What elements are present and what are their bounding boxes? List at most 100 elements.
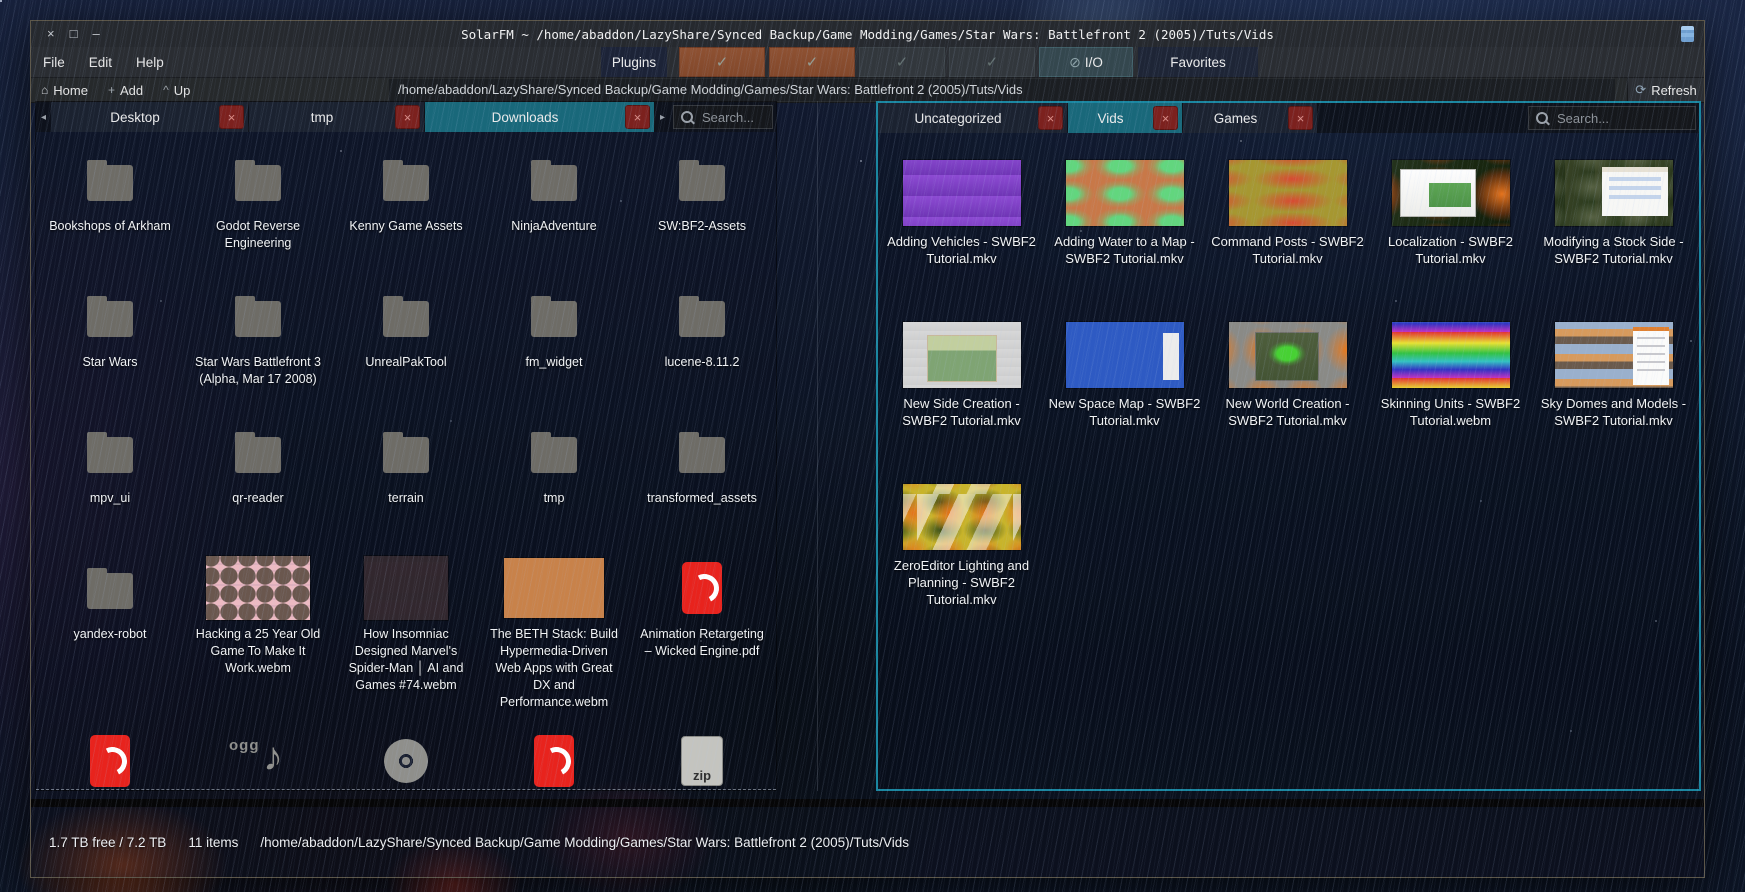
search-icon — [1536, 112, 1548, 124]
tab-desktop[interactable]: Desktop× — [51, 102, 249, 132]
file-label: Skinning Units - SWBF2 Tutorial.webm — [1373, 395, 1529, 429]
icon-box — [903, 481, 1021, 553]
folder-item[interactable]: Godot Reverse Engineering — [184, 146, 332, 266]
tab-uncategorized[interactable]: Uncategorized× — [878, 103, 1068, 133]
file-label: Adding Water to a Map - SWBF2 Tutorial.m… — [1047, 233, 1203, 267]
close-icon[interactable]: × — [1153, 106, 1178, 130]
file-label: New Space Map - SWBF2 Tutorial.mkv — [1047, 395, 1203, 429]
folder-item[interactable]: Star Wars Battlefront 3 (Alpha, Mar 17 2… — [184, 282, 332, 402]
folder-item[interactable]: lucene-8.11.2 — [628, 282, 776, 402]
close-icon[interactable]: × — [395, 105, 420, 129]
close-icon[interactable]: × — [1038, 106, 1063, 130]
folder-item[interactable]: NinjaAdventure — [480, 146, 628, 266]
video-item[interactable]: Adding Water to a Map - SWBF2 Tutorial.m… — [1043, 157, 1206, 303]
file-label: Star Wars Battlefront 3 (Alpha, Mar 17 2… — [193, 354, 323, 388]
wallpaper-stars — [0, 0, 2, 2]
folder-item[interactable]: UnrealPakTool — [332, 282, 480, 402]
close-icon[interactable]: × — [625, 105, 650, 129]
maximize-window-icon[interactable]: □ — [70, 21, 78, 47]
menu-help[interactable]: Help — [124, 55, 176, 70]
zip-item[interactable]: zip — [628, 727, 776, 790]
pdf-item[interactable]: Animation Retargeting – Wicked Engine.pd… — [628, 554, 776, 711]
video-item[interactable]: The BETH Stack: Build Hypermedia-Driven … — [480, 554, 628, 711]
folder-item[interactable]: qr-reader — [184, 418, 332, 538]
tab-downloads[interactable]: Downloads× — [425, 102, 655, 132]
folder-item[interactable]: terrain — [332, 418, 480, 538]
icon-box — [364, 554, 448, 622]
add-tab-button[interactable]: + Add — [98, 78, 153, 102]
check-button[interactable]: ✓ — [949, 47, 1035, 77]
disc-item[interactable] — [332, 727, 480, 790]
menu-file[interactable]: File — [31, 55, 77, 70]
menu-edit[interactable]: Edit — [77, 55, 124, 70]
pane-separator[interactable] — [817, 101, 818, 791]
file-label: qr-reader — [232, 490, 283, 507]
video-thumbnail — [903, 484, 1021, 550]
io-button[interactable]: ⊘ I/O — [1039, 47, 1133, 77]
right-search-box — [1528, 106, 1696, 130]
path-bar[interactable]: /home/abaddon/LazyShare/Synced Backup/Ga… — [389, 79, 1615, 101]
tab-vids[interactable]: Vids× — [1068, 103, 1183, 133]
folder-item[interactable]: Bookshops of Arkham — [36, 146, 184, 266]
check-button[interactable]: ✓ — [769, 47, 855, 77]
icon-box — [534, 727, 574, 790]
plugins-button[interactable]: Plugins — [601, 47, 667, 77]
search-input[interactable] — [700, 109, 765, 126]
video-item[interactable]: Skinning Units - SWBF2 Tutorial.webm — [1369, 319, 1532, 465]
icon-box: zip — [681, 727, 723, 790]
close-icon[interactable]: × — [219, 105, 244, 129]
tab-tmp[interactable]: tmp× — [249, 102, 425, 132]
pdf-item[interactable] — [36, 727, 184, 790]
check-button[interactable]: ✓ — [859, 47, 945, 77]
file-label: lucene-8.11.2 — [665, 354, 740, 371]
tab-games[interactable]: Games× — [1183, 103, 1318, 133]
folder-item[interactable]: yandex-robot — [36, 554, 184, 711]
folder-item[interactable]: Star Wars — [36, 282, 184, 402]
folder-item[interactable]: Kenny Game Assets — [332, 146, 480, 266]
folder-icon — [87, 301, 133, 337]
favorites-button[interactable]: Favorites — [1138, 47, 1258, 77]
file-label: Godot Reverse Engineering — [193, 218, 323, 252]
music-note-icon: ♪ — [263, 737, 283, 777]
video-item[interactable]: New Space Map - SWBF2 Tutorial.mkv — [1043, 319, 1206, 465]
folder-icon — [87, 165, 133, 201]
folder-icon — [87, 437, 133, 473]
folder-item[interactable]: fm_widget — [480, 282, 628, 402]
icon-box — [531, 418, 577, 486]
minimize-window-icon[interactable]: – — [92, 21, 99, 47]
search-input[interactable] — [1555, 110, 1688, 127]
free-space-label: 1.7 TB free / 7.2 TB — [49, 835, 166, 850]
window-controls: × □ – — [47, 21, 100, 47]
title-bar[interactable]: × □ – SolarFM ~ /home/abaddon/LazyShare/… — [31, 21, 1704, 47]
icon-box — [1392, 157, 1510, 229]
check-icon: ✓ — [896, 53, 909, 71]
video-item[interactable]: Command Posts - SWBF2 Tutorial.mkv — [1206, 157, 1369, 303]
video-item[interactable]: New Side Creation - SWBF2 Tutorial.mkv — [880, 319, 1043, 465]
close-window-icon[interactable]: × — [47, 21, 55, 47]
video-item[interactable]: New World Creation - SWBF2 Tutorial.mkv — [1206, 319, 1369, 465]
video-item[interactable]: How Insomniac Designed Marvel's Spider-M… — [332, 554, 480, 711]
icon-box: ogg♪ — [229, 727, 287, 790]
folder-item[interactable]: tmp — [480, 418, 628, 538]
icon-box — [1392, 319, 1510, 391]
video-item[interactable]: Sky Domes and Models - SWBF2 Tutorial.mk… — [1532, 319, 1695, 465]
home-button[interactable]: ⌂ Home — [31, 78, 98, 102]
check-button[interactable]: ✓ — [679, 47, 765, 77]
scroll-tabs-right-icon[interactable]: ▸ — [655, 102, 670, 132]
refresh-icon: ⟳ — [1635, 82, 1646, 98]
video-item[interactable]: ZeroEditor Lighting and Planning - SWBF2… — [880, 481, 1043, 627]
video-item[interactable]: Modifying a Stock Side - SWBF2 Tutorial.… — [1532, 157, 1695, 303]
folder-item[interactable]: SW:BF2-Assets — [628, 146, 776, 266]
up-button[interactable]: ^ Up — [153, 78, 200, 102]
folder-item[interactable]: mpv_ui — [36, 418, 184, 538]
video-item[interactable]: Hacking a 25 Year Old Game To Make It Wo… — [184, 554, 332, 711]
scroll-tabs-left-icon[interactable]: ◂ — [36, 102, 51, 132]
video-item[interactable]: Adding Vehicles - SWBF2 Tutorial.mkv — [880, 157, 1043, 303]
refresh-button[interactable]: ⟳ Refresh — [1627, 78, 1704, 102]
pdf-item[interactable] — [480, 727, 628, 790]
video-item[interactable]: Localization - SWBF2 Tutorial.mkv — [1369, 157, 1532, 303]
close-icon[interactable]: × — [1288, 106, 1313, 130]
item-count-label: 11 items — [188, 835, 238, 850]
folder-item[interactable]: transformed_assets — [628, 418, 776, 538]
audio-item[interactable]: ogg♪ — [184, 727, 332, 790]
